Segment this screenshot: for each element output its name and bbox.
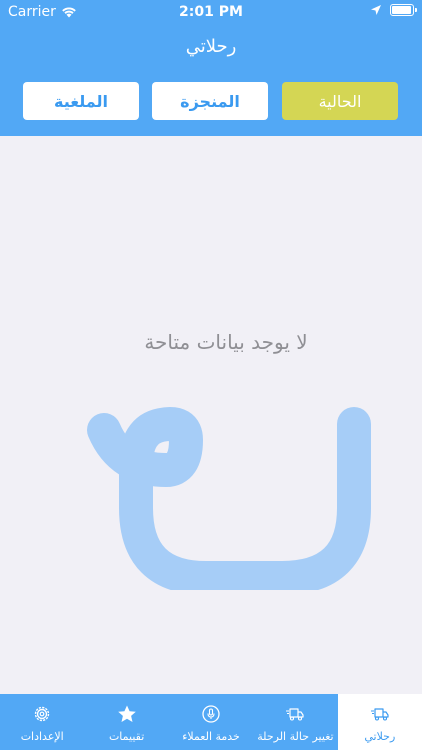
bottom-tab-bar: الإعدادات تقييمات خدمة العملاء تغيير حال… (0, 694, 422, 750)
truck-icon (286, 708, 305, 721)
app-header: Carrier 2:01 PM رحلاتي الحالية المنجزة ا… (0, 0, 422, 136)
status-right (370, 4, 417, 16)
empty-state-message: لا يوجد بيانات متاحة (144, 330, 308, 354)
tab-current[interactable]: الحالية (282, 82, 398, 120)
tabbar-item-ratings[interactable]: تقييمات (84, 694, 168, 750)
tabbar-item-my-trips[interactable]: رحلاتي (337, 694, 422, 750)
status-time: 2:01 PM (179, 4, 243, 20)
tabbar-item-settings[interactable]: الإعدادات (0, 694, 84, 750)
gear-icon (35, 706, 50, 722)
star-icon (117, 705, 136, 722)
trips-list-area: لا يوجد بيانات متاحة (0, 136, 422, 694)
tabbar-label-support: خدمة العملاء (182, 730, 240, 743)
tabbar-item-change-trip-status[interactable]: تغيير حالة الرحلة (253, 694, 337, 750)
app-logo-icon (87, 407, 371, 590)
tab-cancelled[interactable]: الملغية (23, 82, 139, 120)
tab-completed[interactable]: المنجزة (152, 82, 268, 120)
page-title: رحلاتي (185, 36, 237, 57)
tabbar-label-my-trips: رحلاتي (364, 730, 396, 743)
tabbar-label-change-trip-status: تغيير حالة الرحلة (257, 730, 334, 743)
truck-icon (370, 708, 389, 721)
tab-current-label: الحالية (318, 91, 362, 111)
status-bar: Carrier 2:01 PM (0, 0, 422, 24)
tab-completed-label: المنجزة (180, 91, 240, 111)
support-icon (202, 705, 220, 723)
tab-cancelled-label: الملغية (54, 91, 109, 111)
location-arrow-icon (371, 5, 381, 15)
tabbar-item-support[interactable]: خدمة العملاء (169, 694, 253, 750)
tabbar-label-ratings: تقييمات (108, 730, 145, 743)
tabbar-label-settings: الإعدادات (20, 730, 64, 743)
battery-icon (390, 4, 417, 16)
